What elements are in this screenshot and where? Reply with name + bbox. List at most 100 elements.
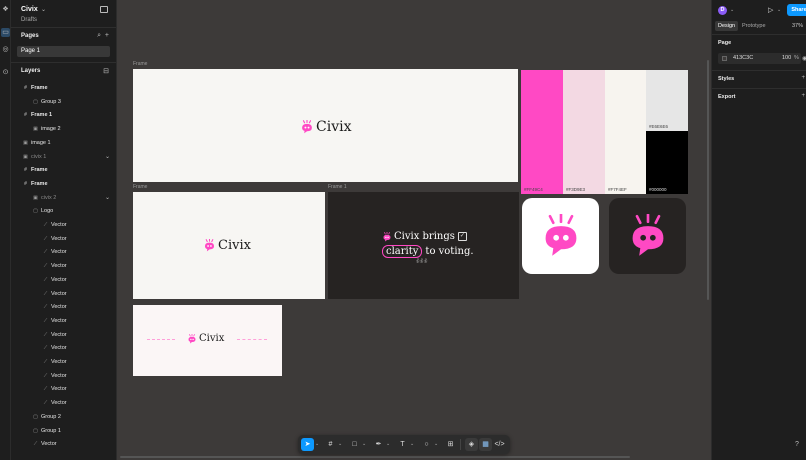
palette-swatch-black[interactable]: #000000 bbox=[646, 131, 688, 194]
palette-swatch-grey[interactable]: #E6E6E6 bbox=[646, 70, 688, 131]
chevron-down-icon[interactable]: ⌄ bbox=[386, 439, 390, 450]
layers-collapse-icon[interactable]: ⊟ bbox=[103, 67, 109, 75]
vertical-scrollbar[interactable] bbox=[707, 60, 709, 300]
frame-icon: # bbox=[24, 180, 27, 187]
pen-tool-icon[interactable]: ✒ bbox=[372, 438, 385, 451]
search-icon[interactable]: ⌕ bbox=[97, 32, 101, 39]
layer-row[interactable]: ⟋ Vector bbox=[11, 315, 116, 328]
layer-row[interactable]: ⟋ Vector bbox=[11, 233, 116, 246]
layer-row[interactable]: ⟋ Vector bbox=[11, 438, 116, 451]
palette-swatch-blush[interactable]: #F3D9E3 bbox=[563, 70, 605, 194]
layer-row[interactable]: ▢ Group 3 bbox=[11, 96, 116, 109]
layer-row[interactable]: ▢ Logo bbox=[11, 205, 116, 218]
zoom-level[interactable]: 37% bbox=[792, 21, 803, 31]
chevron-down-icon[interactable]: ⌄ bbox=[362, 439, 366, 450]
app-icon-light[interactable] bbox=[522, 198, 599, 274]
sidebar-toggle-icon[interactable] bbox=[100, 6, 108, 13]
chevron-down-icon[interactable]: ⌄ bbox=[410, 439, 414, 450]
image-icon: ▣ bbox=[23, 153, 28, 160]
layer-row[interactable]: ⟋ Vector bbox=[11, 246, 116, 259]
layers-panel: Civix ⌄ Drafts Pages ⌕ + Page 1 Layers ⊟… bbox=[11, 0, 117, 460]
figma-menu-icon[interactable]: ❖ bbox=[1, 5, 10, 14]
app-icon-dark[interactable] bbox=[609, 198, 686, 274]
layer-label: Vector bbox=[51, 372, 67, 379]
canvas[interactable]: Frame Civix #FF49C4 #F3D9E3 #F7F4EF #E6E… bbox=[117, 0, 711, 460]
layer-row[interactable]: # Frame bbox=[11, 178, 116, 191]
layer-row[interactable]: ⟋ Vector bbox=[11, 288, 116, 301]
add-style-icon[interactable]: + bbox=[801, 75, 805, 81]
frame-label[interactable]: Frame 1 bbox=[328, 184, 347, 190]
vector-icon: ⟋ bbox=[43, 386, 48, 393]
assets-icon[interactable]: ◎ bbox=[1, 45, 10, 54]
add-export-icon[interactable]: + bbox=[801, 93, 805, 99]
layer-row[interactable]: ▣ image 2 bbox=[11, 123, 116, 136]
rectangle-tool-icon[interactable]: □ bbox=[348, 438, 361, 451]
layer-row[interactable]: # Frame 1 bbox=[11, 109, 116, 122]
file-icon[interactable]: ▭ bbox=[1, 28, 10, 37]
layer-row[interactable]: ⟋ Vector bbox=[11, 397, 116, 410]
plugins-icon[interactable]: ⊙ bbox=[1, 68, 10, 77]
layer-row[interactable]: # Frame bbox=[11, 164, 116, 177]
code-icon[interactable]: </> bbox=[493, 438, 506, 451]
frame-tool-icon[interactable]: # bbox=[324, 438, 337, 451]
move-tool-icon[interactable]: ➤ bbox=[301, 438, 314, 451]
layer-row[interactable]: ▣ civix 1 ⌄ bbox=[11, 151, 116, 164]
file-location[interactable]: Drafts bbox=[21, 17, 37, 23]
layer-row[interactable]: ▢ Group 1 bbox=[11, 425, 116, 438]
divider bbox=[11, 62, 116, 63]
layer-row[interactable]: ▣ civix 2 ⌄ bbox=[11, 192, 116, 205]
eye-icon[interactable]: ◉ bbox=[802, 55, 806, 62]
image-icon: ▣ bbox=[33, 194, 38, 201]
help-icon[interactable]: ? bbox=[792, 440, 802, 450]
dev-mode-icon[interactable]: ▦ bbox=[479, 438, 492, 451]
chevron-down-icon[interactable]: ⌄ bbox=[434, 439, 438, 450]
layer-row[interactable]: ⟋ Vector bbox=[11, 356, 116, 369]
layer-row[interactable]: ⟋ Vector bbox=[11, 342, 116, 355]
hero-banner-frame[interactable]: Civix bbox=[133, 69, 518, 182]
layer-row[interactable]: ⟋ Vector bbox=[11, 383, 116, 396]
layer-row[interactable]: ▢ Group 2 bbox=[11, 411, 116, 424]
frame-label[interactable]: Frame bbox=[133, 61, 147, 67]
color-palette[interactable]: #FF49C4 #F3D9E3 #F7F4EF #E6E6E6 #000000 bbox=[521, 70, 688, 194]
logo-pattern-frame[interactable]: Civix bbox=[133, 305, 282, 376]
tagline-dark-frame[interactable]: Civix brings ✓ clarity to voting. ꆜꆜꆜ bbox=[328, 192, 519, 299]
layer-row[interactable]: # Frame bbox=[11, 82, 116, 95]
add-page-icon[interactable]: + bbox=[105, 32, 109, 39]
chevron-down-icon[interactable]: ⌄ bbox=[105, 192, 110, 205]
present-icon[interactable]: ▷ bbox=[768, 6, 773, 14]
page-opacity[interactable]: 100 bbox=[782, 53, 791, 64]
chevron-down-icon[interactable]: ⌄ bbox=[105, 151, 110, 164]
design-mode-icon[interactable]: ◈ bbox=[465, 438, 478, 451]
tab-design[interactable]: Design bbox=[715, 21, 739, 31]
tab-prototype[interactable]: Prototype bbox=[742, 21, 766, 31]
horizontal-scrollbar[interactable] bbox=[120, 456, 630, 458]
chevron-down-icon[interactable]: ⌄ bbox=[730, 7, 734, 13]
layer-row[interactable]: ⟋ Vector bbox=[11, 219, 116, 232]
comment-tool-icon[interactable]: ○ bbox=[420, 438, 433, 451]
actions-icon[interactable]: ⊞ bbox=[444, 438, 457, 451]
share-button[interactable]: Share bbox=[787, 4, 806, 16]
vector-icon: ⟋ bbox=[33, 441, 38, 448]
layer-row[interactable]: ⟋ Vector bbox=[11, 329, 116, 342]
layer-row[interactable]: ⟋ Vector bbox=[11, 274, 116, 287]
chevron-down-icon[interactable]: ⌄ bbox=[777, 7, 781, 13]
layer-row[interactable]: ⟋ Vector bbox=[11, 260, 116, 273]
page-color-field[interactable]: 413C3C 100 % bbox=[718, 53, 801, 64]
palette-swatch-cream[interactable]: #F7F4EF bbox=[605, 70, 646, 194]
page-color-hex[interactable]: 413C3C bbox=[733, 53, 753, 64]
color-swatch[interactable] bbox=[722, 56, 727, 61]
logo-light-frame[interactable]: Civix bbox=[133, 192, 325, 299]
layer-row[interactable]: ▣ image 1 bbox=[11, 137, 116, 150]
layer-row[interactable]: ⟋ Vector bbox=[11, 301, 116, 314]
chevron-down-icon[interactable]: ⌄ bbox=[338, 439, 342, 450]
frame-label[interactable]: Frame bbox=[133, 184, 147, 190]
palette-swatch-pink[interactable]: #FF49C4 bbox=[521, 70, 563, 194]
avatar[interactable]: D bbox=[718, 6, 727, 15]
page-item[interactable]: Page 1 bbox=[17, 46, 110, 57]
text-tool-icon[interactable]: T bbox=[396, 438, 409, 451]
chevron-down-icon[interactable]: ⌄ bbox=[315, 439, 319, 450]
layer-row[interactable]: ⟋ Vector bbox=[11, 370, 116, 383]
bottom-toolbar: ➤ ⌄ # ⌄ □ ⌄ ✒ ⌄ T ⌄ ○ ⌄ ⊞ ◈ ▦ </> bbox=[298, 435, 510, 454]
file-title[interactable]: Civix bbox=[21, 6, 38, 13]
chevron-down-icon[interactable]: ⌄ bbox=[41, 6, 46, 13]
